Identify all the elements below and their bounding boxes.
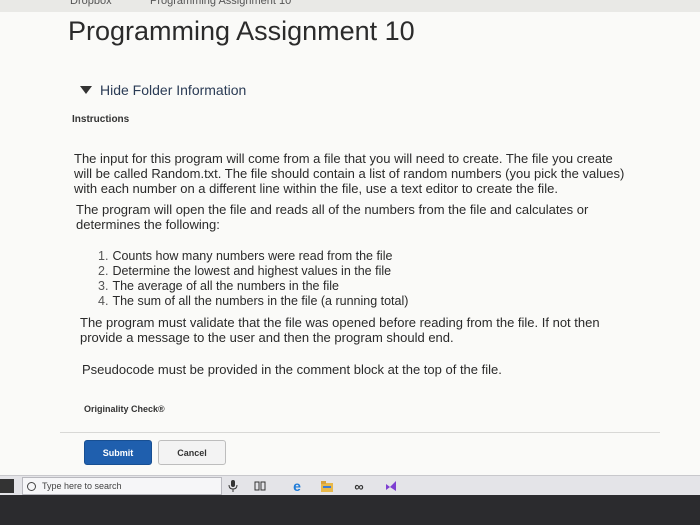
- instructions-paragraph: The program must validate that the file …: [80, 315, 600, 345]
- cancel-button[interactable]: Cancel: [158, 440, 226, 465]
- assignment-page: Programming Assignment 10 Hide Folder In…: [0, 12, 700, 475]
- requirements-list: 1. Counts how many numbers were read from…: [98, 249, 408, 309]
- hide-folder-info-toggle[interactable]: Hide Folder Information: [80, 82, 246, 98]
- instructions-paragraph: Pseudocode must be provided in the comme…: [82, 362, 502, 377]
- microphone-icon[interactable]: [226, 479, 240, 493]
- taskbar-search-input[interactable]: Type here to search: [22, 477, 222, 495]
- windows-start-icon[interactable]: [0, 479, 14, 493]
- list-item: 1. Counts how many numbers were read from…: [98, 249, 393, 263]
- folder-toggle-label: Hide Folder Information: [100, 82, 247, 98]
- visual-studio-icon[interactable]: [384, 479, 398, 493]
- list-item: 3. The average of all the numbers in the …: [98, 279, 339, 293]
- submit-button[interactable]: Submit: [84, 440, 152, 465]
- originality-check-label: Originality Check®: [84, 404, 165, 414]
- windows-taskbar: Type here to search e ∞: [0, 475, 700, 496]
- breadcrumb-fragment: Programming Assignment 10: [150, 0, 292, 7]
- triangle-down-icon: [80, 86, 92, 94]
- page-title: Programming Assignment 10: [68, 16, 415, 46]
- divider: [60, 432, 660, 433]
- cortana-circle-icon: [27, 481, 36, 491]
- list-item: 2. Determine the lowest and highest value…: [98, 264, 392, 278]
- list-item: 4. The sum of all the numbers in the file…: [98, 294, 409, 308]
- task-view-icon[interactable]: [253, 479, 267, 493]
- monitor-bezel: [0, 495, 700, 525]
- infinity-app-icon[interactable]: ∞: [352, 479, 366, 494]
- edge-icon[interactable]: e: [290, 478, 304, 494]
- instructions-paragraph: The input for this program will come fro…: [74, 151, 625, 196]
- search-placeholder: Type here to search: [42, 481, 122, 491]
- instructions-heading: Instructions: [72, 114, 130, 125]
- file-explorer-icon[interactable]: [320, 479, 334, 493]
- breadcrumb-fragment: Dropbox: [70, 0, 112, 7]
- instructions-paragraph: The program will open the file and reads…: [76, 202, 589, 232]
